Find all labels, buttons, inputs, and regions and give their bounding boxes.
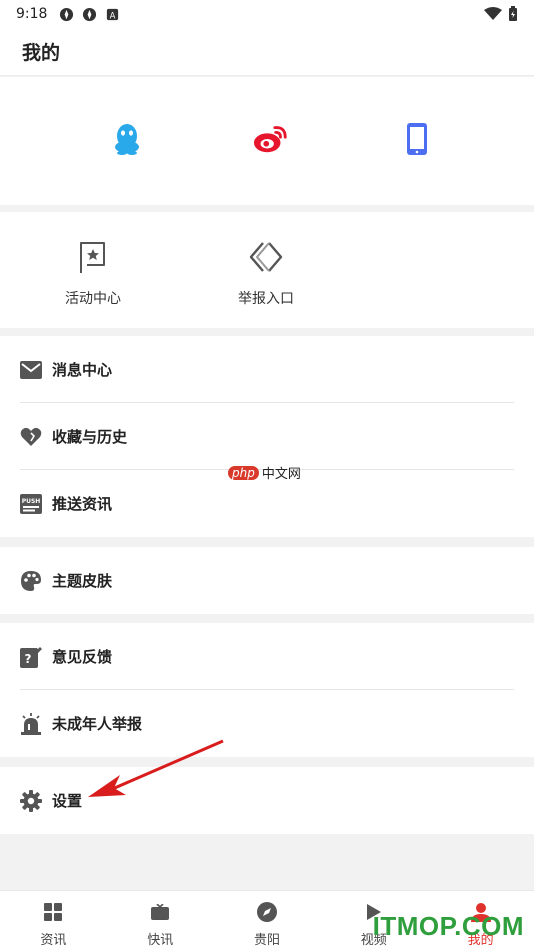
wifi-icon — [484, 7, 502, 20]
report-entry-button[interactable]: 举报入口 — [206, 240, 326, 308]
app-notification-icon — [83, 7, 97, 21]
svg-text:A: A — [110, 10, 116, 20]
activity-flag-icon — [76, 240, 110, 274]
tab-flash-label: 快讯 — [147, 933, 174, 948]
feedback-label: 意见反馈 — [52, 648, 113, 666]
settings-label: 设置 — [52, 792, 83, 810]
report-icon — [249, 240, 283, 274]
tab-guiyang-label: 贵阳 — [253, 933, 280, 948]
annotation-arrow — [88, 739, 224, 797]
heart-icon — [20, 426, 42, 448]
qq-icon — [115, 124, 139, 155]
tab-flash[interactable]: 快讯 — [107, 891, 214, 950]
message-center-row[interactable]: 消息中心 — [0, 336, 534, 403]
theme-skin-label: 主题皮肤 — [52, 572, 113, 590]
tab-news-label: 资讯 — [40, 933, 67, 948]
watermark-php: php — [228, 465, 259, 480]
push-news-label: 推送资讯 — [52, 495, 113, 513]
phone-icon — [407, 123, 427, 155]
minor-report-label: 未成年人举报 — [52, 715, 143, 733]
tab-guiyang[interactable]: 贵阳 — [214, 891, 321, 950]
report-entry-label: 举报入口 — [238, 291, 294, 307]
weibo-icon — [253, 126, 287, 153]
quick-actions: 活动中心 举报入口 — [0, 212, 534, 328]
status-bar: 9:18 A — [0, 0, 534, 28]
battery-icon — [509, 6, 517, 21]
qq-login-button[interactable] — [109, 121, 145, 157]
theme-skin-row[interactable]: 主题皮肤 — [0, 547, 534, 614]
login-options — [0, 77, 534, 205]
activity-center-label: 活动中心 — [65, 291, 121, 307]
weibo-login-button[interactable] — [253, 121, 289, 157]
menu-group-messages: 消息中心 收藏与历史 PUSH 推送资讯 — [0, 336, 534, 537]
status-time: 9:18 — [16, 6, 48, 22]
svg-text:?: ? — [25, 652, 32, 666]
feedback-icon: ? — [20, 646, 42, 668]
watermark-site: 中文网 — [261, 467, 301, 482]
message-center-label: 消息中心 — [52, 361, 113, 379]
site-watermark: php 中文网 — [228, 463, 301, 482]
header: 我的 — [0, 28, 534, 76]
menu-group-theme: 主题皮肤 — [0, 547, 534, 614]
tv-icon — [149, 901, 171, 923]
brand-watermark: ITMOP.COM — [372, 911, 524, 941]
palette-icon — [20, 570, 42, 592]
compass-icon — [256, 901, 278, 923]
push-icon: PUSH — [20, 493, 42, 515]
activity-center-button[interactable]: 活动中心 — [33, 240, 153, 308]
favorites-history-label: 收藏与历史 — [52, 428, 128, 446]
envelope-icon — [20, 359, 42, 381]
tab-news[interactable]: 资讯 — [0, 891, 107, 950]
font-notification-icon: A — [107, 8, 119, 20]
app-notification-icon — [60, 7, 74, 21]
svg-text:PUSH: PUSH — [22, 498, 41, 505]
favorites-history-row[interactable]: 收藏与历史 — [0, 403, 534, 470]
alarm-icon — [20, 712, 42, 735]
page-title: 我的 — [22, 42, 61, 64]
phone-login-button[interactable] — [399, 121, 435, 157]
feedback-row[interactable]: ? 意见反馈 — [0, 623, 534, 690]
gear-icon — [20, 789, 42, 812]
grid-icon — [42, 901, 64, 923]
